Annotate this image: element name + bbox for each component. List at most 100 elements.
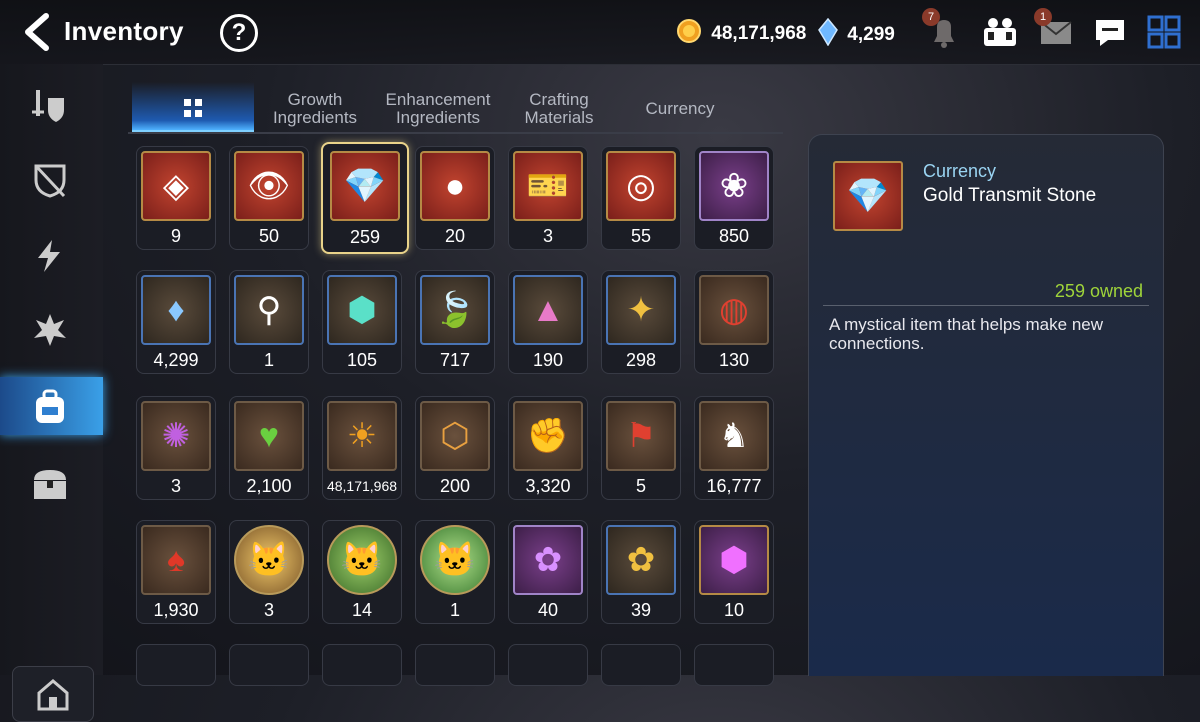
item-slot-partial[interactable]: [415, 644, 495, 686]
bell-button[interactable]: 7: [922, 8, 964, 52]
gold-transmit-stone-icon: 💎: [343, 167, 387, 205]
sidebar-item-energy[interactable]: [0, 226, 103, 284]
home-button[interactable]: [12, 666, 94, 722]
item-detail-panel: 💎 Currency Gold Transmit Stone 259 owned…: [808, 134, 1164, 676]
item-slot-partial[interactable]: [601, 644, 681, 686]
item-quantity: 298: [625, 350, 657, 370]
sidebar-item-equipment[interactable]: [0, 76, 103, 134]
tab-growth-ingredients[interactable]: Growth Ingredients: [260, 91, 370, 139]
gem-counter[interactable]: 4,299: [818, 17, 895, 52]
menu-grid-button[interactable]: [1144, 12, 1184, 52]
item-quantity: 5: [635, 476, 646, 496]
item-slot[interactable]: ✿ 39: [601, 520, 681, 624]
chat-button[interactable]: [1090, 12, 1130, 52]
broken-shield-icon: [34, 164, 66, 198]
detail-description: A mystical item that helps make new conn…: [829, 315, 1104, 353]
item-slot[interactable]: ✦ 298: [601, 270, 681, 374]
sidebar-item-exclusive[interactable]: [0, 300, 103, 358]
chess-knight-icon: ♞: [718, 417, 750, 455]
item-slot[interactable]: ◍ 130: [694, 270, 774, 374]
green-crystal-icon: ⬢: [347, 291, 377, 329]
item-quantity: 4,299: [153, 350, 199, 370]
sword-shield-icon: [32, 90, 64, 122]
item-slot[interactable]: ● 20: [415, 146, 495, 250]
item-slot[interactable]: ♥ 2,100: [229, 396, 309, 500]
tab-crafting-materials[interactable]: Crafting Materials: [506, 91, 612, 139]
phantasma-portrait-icon: 🐱: [247, 541, 291, 579]
item-slot[interactable]: ⚲ 1: [229, 270, 309, 374]
item-frame: ✦: [606, 275, 676, 345]
item-slot[interactable]: 🍃 717: [415, 270, 495, 374]
friends-button[interactable]: [980, 12, 1020, 52]
item-slot[interactable]: 👁 50: [229, 146, 309, 250]
item-slot-partial[interactable]: [694, 644, 774, 686]
hexagon-emblem-icon: ⬡: [440, 417, 470, 455]
back-arrow-icon[interactable]: [18, 12, 54, 52]
item-slot[interactable]: ♦ 4,299: [136, 270, 216, 374]
item-slot-selected[interactable]: 💎 259: [321, 142, 409, 254]
detail-item-name: Gold Transmit Stone: [923, 185, 1097, 206]
item-slot[interactable]: 🐱 3: [229, 520, 309, 624]
item-frame: ▲: [513, 275, 583, 345]
item-slot[interactable]: ⬢ 105: [322, 270, 402, 374]
item-slot[interactable]: 🎫 3: [508, 146, 588, 250]
sidebar-item-inventory[interactable]: [0, 377, 103, 435]
purple-disc-icon: ●: [444, 167, 466, 205]
item-slot[interactable]: 🐱 1: [415, 520, 495, 624]
item-slot[interactable]: ❀ 850: [694, 146, 774, 250]
item-quantity: 717: [439, 350, 471, 370]
tab-currency[interactable]: Currency: [620, 100, 740, 148]
item-frame: ✺: [141, 401, 211, 471]
item-quantity: 50: [258, 226, 280, 246]
item-quantity: 39: [630, 600, 652, 620]
detail-owned-count: 259 owned: [1054, 281, 1143, 301]
item-slot[interactable]: ♠ 1,930: [136, 520, 216, 624]
item-slot[interactable]: ⬢ 10: [694, 520, 774, 624]
item-frame: ◈: [141, 151, 211, 221]
item-slot[interactable]: ⚑ 5: [601, 396, 681, 500]
tab-enhancement-ingredients[interactable]: Enhancement Ingredients: [378, 91, 498, 139]
gold-counter[interactable]: 48,171,968: [676, 18, 806, 50]
pink-mountain-icon: ▲: [531, 291, 565, 329]
item-slot[interactable]: ▲ 190: [508, 270, 588, 374]
banner-flag-icon: ⚑: [625, 417, 657, 455]
item-frame: ♞: [699, 401, 769, 471]
item-slot[interactable]: ♞ 16,777: [694, 396, 774, 500]
sidebar-item-storage[interactable]: [0, 454, 103, 512]
help-icon[interactable]: ?: [220, 14, 258, 52]
item-slot[interactable]: ✊ 3,320: [508, 396, 588, 500]
item-quantity: 1: [263, 350, 274, 370]
mail-button[interactable]: 1: [1034, 8, 1076, 52]
item-frame: ✿: [606, 525, 676, 595]
item-quantity: 130: [718, 350, 750, 370]
tab-all[interactable]: [132, 82, 254, 132]
gold-transmit-stone-icon: 💎: [846, 177, 890, 215]
item-quantity: 1: [449, 600, 460, 620]
home-house-icon: [37, 679, 69, 711]
detail-category: Currency: [923, 161, 997, 181]
gold-coin-icon: ☀: [346, 417, 378, 455]
sidebar-item-artifacts[interactable]: [0, 150, 103, 208]
item-slot[interactable]: 🐱 14: [322, 520, 402, 624]
item-quantity: 3: [542, 226, 553, 246]
item-slot[interactable]: ☀ 48,171,968: [322, 396, 402, 500]
item-quantity: 40: [537, 600, 559, 620]
item-slot[interactable]: ◈ 9: [136, 146, 216, 250]
item-slot-partial[interactable]: [322, 644, 402, 686]
item-frame: ⬡: [420, 401, 490, 471]
item-quantity: 14: [351, 600, 373, 620]
item-quantity: 200: [439, 476, 471, 496]
item-slot-partial[interactable]: [229, 644, 309, 686]
item-slot[interactable]: ✺ 3: [136, 396, 216, 500]
item-slot-partial[interactable]: [136, 644, 216, 686]
red-leaf-mask-icon: ♠: [166, 541, 186, 579]
item-slot-partial[interactable]: [508, 644, 588, 686]
item-quantity: 259: [349, 227, 381, 247]
item-frame: ◎: [606, 151, 676, 221]
green-heart-icon: ♥: [258, 417, 280, 455]
item-slot[interactable]: ✿ 40: [508, 520, 588, 624]
item-slot[interactable]: ⬡ 200: [415, 396, 495, 500]
item-quantity: 1,930: [153, 600, 199, 620]
item-frame: ♦: [141, 275, 211, 345]
item-slot[interactable]: ◎ 55: [601, 146, 681, 250]
